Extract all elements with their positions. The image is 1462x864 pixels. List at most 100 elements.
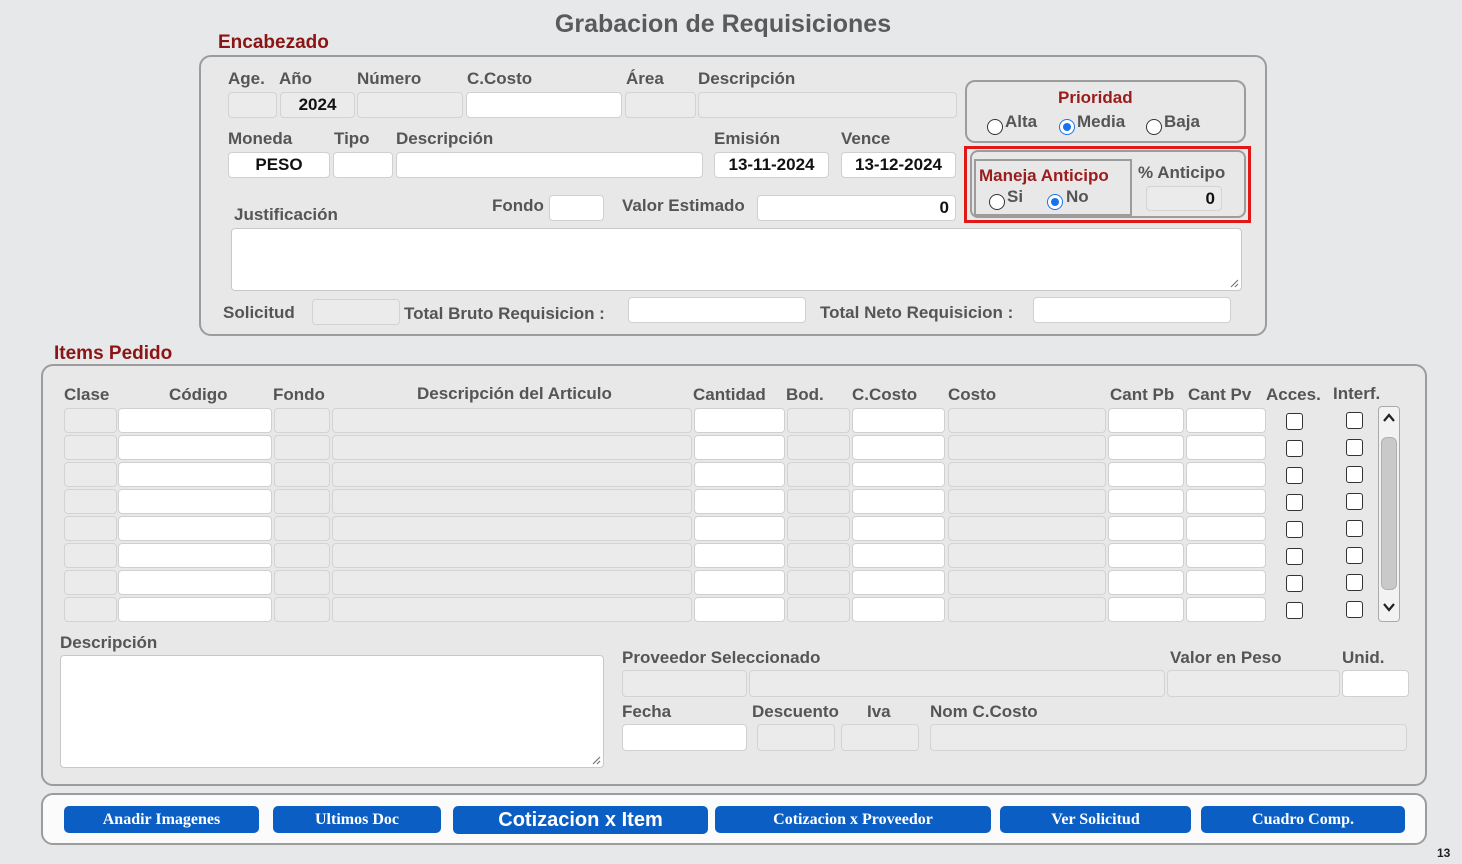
prioridad-media-radio[interactable] <box>1059 119 1075 135</box>
cant-pb-cell[interactable] <box>1108 570 1184 595</box>
bod-cell[interactable] <box>787 435 850 460</box>
descripcion-cell[interactable] <box>332 543 692 568</box>
costo-cell[interactable] <box>948 462 1106 487</box>
clase-cell[interactable] <box>64 597 117 622</box>
bod-cell[interactable] <box>787 462 850 487</box>
resize-grip-icon[interactable] <box>591 755 601 765</box>
cant-pb-cell[interactable] <box>1108 543 1184 568</box>
cantidad-cell[interactable] <box>694 408 785 433</box>
nom-ccosto-field[interactable] <box>930 724 1407 751</box>
descuento-field[interactable] <box>757 724 835 751</box>
ccosto-cell[interactable] <box>852 516 945 541</box>
interf-checkbox[interactable] <box>1346 412 1363 429</box>
descripcion-cell[interactable] <box>332 462 692 487</box>
age-field[interactable] <box>228 92 277 118</box>
detail-descripcion-textarea[interactable] <box>60 655 604 768</box>
cant-pb-cell[interactable] <box>1108 408 1184 433</box>
fondo-cell[interactable] <box>274 516 330 541</box>
cantidad-cell[interactable] <box>694 435 785 460</box>
area-field[interactable] <box>625 92 696 118</box>
prioridad-baja-radio[interactable] <box>1146 119 1162 135</box>
costo-cell[interactable] <box>948 570 1106 595</box>
ccosto-field[interactable] <box>466 92 622 118</box>
clase-cell[interactable] <box>64 408 117 433</box>
valor-peso-field[interactable] <box>1167 670 1340 697</box>
interf-checkbox[interactable] <box>1346 466 1363 483</box>
interf-checkbox[interactable] <box>1346 601 1363 618</box>
bod-cell[interactable] <box>787 597 850 622</box>
acces-checkbox[interactable] <box>1286 602 1303 619</box>
fondo-field[interactable] <box>549 195 604 221</box>
bod-cell[interactable] <box>787 543 850 568</box>
cant-pb-cell[interactable] <box>1108 435 1184 460</box>
fondo-cell[interactable] <box>274 408 330 433</box>
total-bruto-field[interactable] <box>628 297 806 323</box>
acces-checkbox[interactable] <box>1286 440 1303 457</box>
cant-pv-cell[interactable] <box>1186 489 1266 514</box>
items-scrollbar[interactable] <box>1378 406 1400 622</box>
descripcion-cell[interactable] <box>332 516 692 541</box>
costo-cell[interactable] <box>948 516 1106 541</box>
acces-checkbox[interactable] <box>1286 548 1303 565</box>
cantidad-cell[interactable] <box>694 516 785 541</box>
acces-checkbox[interactable] <box>1286 413 1303 430</box>
costo-cell[interactable] <box>948 597 1106 622</box>
fecha-field[interactable] <box>622 724 747 751</box>
cant-pb-cell[interactable] <box>1108 597 1184 622</box>
iva-field[interactable] <box>841 724 919 751</box>
anticipo-si-radio[interactable] <box>989 194 1005 210</box>
fondo-cell[interactable] <box>274 462 330 487</box>
cuadro-comp-button[interactable]: Cuadro Comp. <box>1201 806 1405 833</box>
cant-pb-cell[interactable] <box>1108 462 1184 487</box>
descripcion2-field[interactable] <box>396 152 703 178</box>
prioridad-alta-radio[interactable] <box>987 119 1003 135</box>
anadir-imagenes-button[interactable]: Anadir Imagenes <box>64 806 259 833</box>
cant-pv-cell[interactable] <box>1186 543 1266 568</box>
codigo-cell[interactable] <box>118 570 272 595</box>
chevron-up-icon[interactable] <box>1382 411 1396 425</box>
fondo-cell[interactable] <box>274 543 330 568</box>
bod-cell[interactable] <box>787 408 850 433</box>
descripcion-cell[interactable] <box>332 435 692 460</box>
ultimos-doc-button[interactable]: Ultimos Doc <box>273 806 441 833</box>
codigo-cell[interactable] <box>118 543 272 568</box>
pct-anticipo-field[interactable]: 0 <box>1146 186 1222 211</box>
valor-estimado-field[interactable]: 0 <box>757 195 956 221</box>
scrollbar-thumb[interactable] <box>1381 437 1397 590</box>
ccosto-cell[interactable] <box>852 462 945 487</box>
anio-field[interactable]: 2024 <box>280 92 355 118</box>
ccosto-cell[interactable] <box>852 489 945 514</box>
acces-checkbox[interactable] <box>1286 494 1303 511</box>
proveedor-name-field[interactable] <box>749 670 1165 697</box>
cant-pv-cell[interactable] <box>1186 516 1266 541</box>
cotizacion-item-button[interactable]: Cotizacion x Item <box>453 806 708 834</box>
cotizacion-proveedor-button[interactable]: Cotizacion x Proveedor <box>715 806 991 833</box>
moneda-field[interactable]: PESO <box>228 152 330 178</box>
cant-pv-cell[interactable] <box>1186 435 1266 460</box>
costo-cell[interactable] <box>948 543 1106 568</box>
costo-cell[interactable] <box>948 489 1106 514</box>
proveedor-code-field[interactable] <box>622 670 747 697</box>
descripcion-field[interactable] <box>698 92 957 118</box>
bod-cell[interactable] <box>787 570 850 595</box>
interf-checkbox[interactable] <box>1346 520 1363 537</box>
cantidad-cell[interactable] <box>694 597 785 622</box>
fondo-cell[interactable] <box>274 489 330 514</box>
interf-checkbox[interactable] <box>1346 547 1363 564</box>
cant-pv-cell[interactable] <box>1186 408 1266 433</box>
acces-checkbox[interactable] <box>1286 521 1303 538</box>
cant-pb-cell[interactable] <box>1108 516 1184 541</box>
codigo-cell[interactable] <box>118 408 272 433</box>
clase-cell[interactable] <box>64 462 117 487</box>
vence-date-field[interactable]: 13-12-2024 <box>841 152 956 178</box>
anticipo-no-radio[interactable] <box>1047 194 1063 210</box>
cantidad-cell[interactable] <box>694 570 785 595</box>
solicitud-field[interactable] <box>312 299 400 325</box>
cantidad-cell[interactable] <box>694 543 785 568</box>
clase-cell[interactable] <box>64 489 117 514</box>
acces-checkbox[interactable] <box>1286 575 1303 592</box>
unid-field[interactable] <box>1342 670 1409 697</box>
numero-field[interactable] <box>357 92 463 118</box>
costo-cell[interactable] <box>948 435 1106 460</box>
bod-cell[interactable] <box>787 489 850 514</box>
